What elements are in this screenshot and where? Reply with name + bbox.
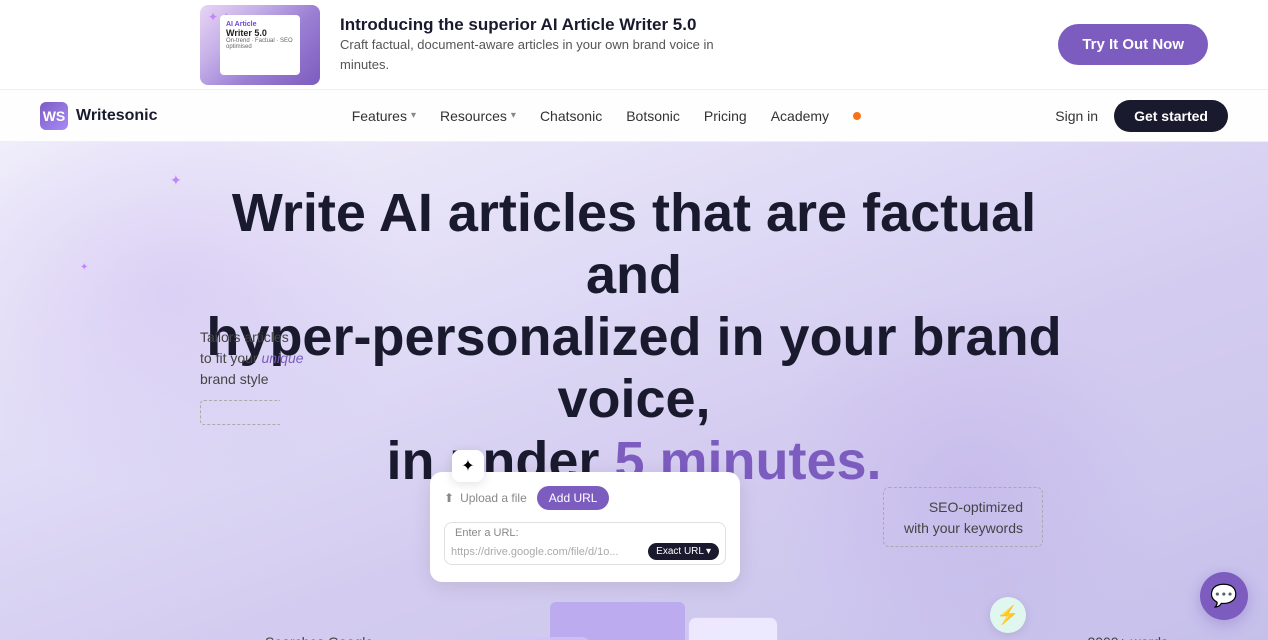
hero-title-line2: hyper-personalized in your brand voice,	[206, 307, 1061, 429]
wand-icon: ✦	[452, 450, 484, 482]
chat-button[interactable]: 💬	[1200, 572, 1248, 620]
words-card: 2000+ words in one-go	[1087, 632, 1168, 640]
notification-dot	[853, 112, 861, 120]
chatsonic-label: Chatsonic	[540, 108, 602, 124]
brand-text: Tailors articles to fit your unique bran…	[200, 327, 304, 390]
card-tabs: ⬆ Upload a file Add URL	[444, 486, 726, 510]
banner-image-subtitle: On-trend · Factual · SEO optimised	[226, 38, 294, 50]
banner-image-card: AI Article Writer 5.0 On-trend · Factual…	[220, 15, 300, 75]
nav-chatsonic[interactable]: Chatsonic	[540, 108, 602, 124]
banner-left: ✦ ✦ AI Article Writer 5.0 On-trend · Fac…	[200, 5, 720, 85]
url-input-area: Enter a URL: https://drive.google.com/fi…	[444, 522, 726, 565]
banner-writer-title: Writer 5.0	[226, 28, 294, 39]
sign-in-link[interactable]: Sign in	[1055, 108, 1098, 124]
hero-section: ✦ ✦ ✦ Write AI articles that are factual…	[0, 142, 1268, 640]
seo-card: SEO-optimized with your keywords	[904, 497, 1023, 539]
searches-card: Searches Google for accurate information	[265, 632, 385, 640]
chat-icon: 💬	[1210, 583, 1237, 609]
content-block-light	[688, 617, 778, 640]
academy-label: Academy	[771, 108, 829, 124]
url-input-row: https://drive.google.com/file/d/1o... Ex…	[445, 541, 725, 564]
nav-features[interactable]: Features ▾	[352, 108, 416, 124]
nav-resources[interactable]: Resources ▾	[440, 108, 516, 124]
searches-line1: Searches Google	[265, 634, 373, 640]
brand-dashed-line	[200, 400, 280, 425]
nav-logo-text: Writesonic	[76, 107, 158, 125]
bolt-icon: ⚡	[990, 597, 1026, 633]
banner-heading: Introducing the superior AI Article Writ…	[340, 15, 720, 35]
sparkle-icon-1: ✦	[170, 172, 182, 189]
get-started-button[interactable]: Get started	[1114, 100, 1228, 132]
banner-text: Introducing the superior AI Article Writ…	[340, 15, 720, 74]
brand-unique: unique	[261, 350, 303, 366]
sparkle-icon-3: ✦	[80, 262, 88, 273]
hero-title-line1: Write AI articles that are factual and	[232, 183, 1036, 305]
url-input-label: Enter a URL:	[445, 523, 725, 541]
resources-label: Resources	[440, 108, 507, 124]
upload-label: Upload a file	[460, 491, 527, 505]
banner-description: Craft factual, document-aware articles i…	[340, 35, 720, 74]
content-block-purple-wide	[550, 602, 685, 640]
upload-file-tab[interactable]: ⬆ Upload a file	[444, 486, 527, 510]
nav-botsonic[interactable]: Botsonic	[626, 108, 680, 124]
nav-academy[interactable]: Academy	[771, 108, 829, 124]
wand-symbol: ✦	[461, 456, 474, 476]
url-input-value[interactable]: https://drive.google.com/file/d/1o...	[451, 546, 648, 558]
resources-chevron-icon: ▾	[511, 110, 516, 121]
try-it-out-button[interactable]: Try It Out Now	[1058, 24, 1208, 65]
navbar: WS Writesonic Features ▾ Resources ▾ Cha…	[0, 90, 1268, 142]
add-url-tab[interactable]: Add URL	[537, 486, 610, 510]
nav-links: Features ▾ Resources ▾ Chatsonic Botsoni…	[352, 108, 861, 124]
hero-title: Write AI articles that are factual and h…	[184, 182, 1084, 492]
nav-right: Sign in Get started	[1055, 100, 1228, 132]
brand-style-card: Tailors articles to fit your unique bran…	[200, 327, 304, 425]
banner-ai-label: AI Article	[226, 21, 294, 28]
features-chevron-icon: ▾	[411, 110, 416, 121]
searches-text: Searches Google for accurate information	[265, 632, 385, 640]
banner-image: ✦ ✦ AI Article Writer 5.0 On-trend · Fac…	[200, 5, 320, 85]
words-line1: 2000+ words	[1087, 634, 1168, 640]
features-label: Features	[352, 108, 407, 124]
hero-heading: Write AI articles that are factual and h…	[184, 182, 1084, 492]
exact-url-label: Exact URL	[656, 546, 704, 557]
exact-url-chevron: ▾	[706, 546, 711, 557]
brand-line3: brand style	[200, 371, 268, 387]
botsonic-label: Botsonic	[626, 108, 680, 124]
writesonic-logo-icon: WS	[40, 102, 68, 130]
brand-line2: to fit your	[200, 350, 261, 366]
words-text: 2000+ words in one-go	[1087, 632, 1168, 640]
seo-dashed-box	[883, 487, 1043, 547]
pricing-label: Pricing	[704, 108, 747, 124]
exact-url-button[interactable]: Exact URL ▾	[648, 543, 719, 560]
nav-logo[interactable]: WS Writesonic	[40, 102, 158, 130]
banner: ✦ ✦ AI Article Writer 5.0 On-trend · Fac…	[0, 0, 1268, 90]
brand-line1: Tailors articles	[200, 329, 289, 345]
upload-icon: ⬆	[444, 491, 454, 505]
url-input-card: ⬆ Upload a file Add URL Enter a URL: htt…	[430, 472, 740, 582]
nav-pricing[interactable]: Pricing	[704, 108, 747, 124]
